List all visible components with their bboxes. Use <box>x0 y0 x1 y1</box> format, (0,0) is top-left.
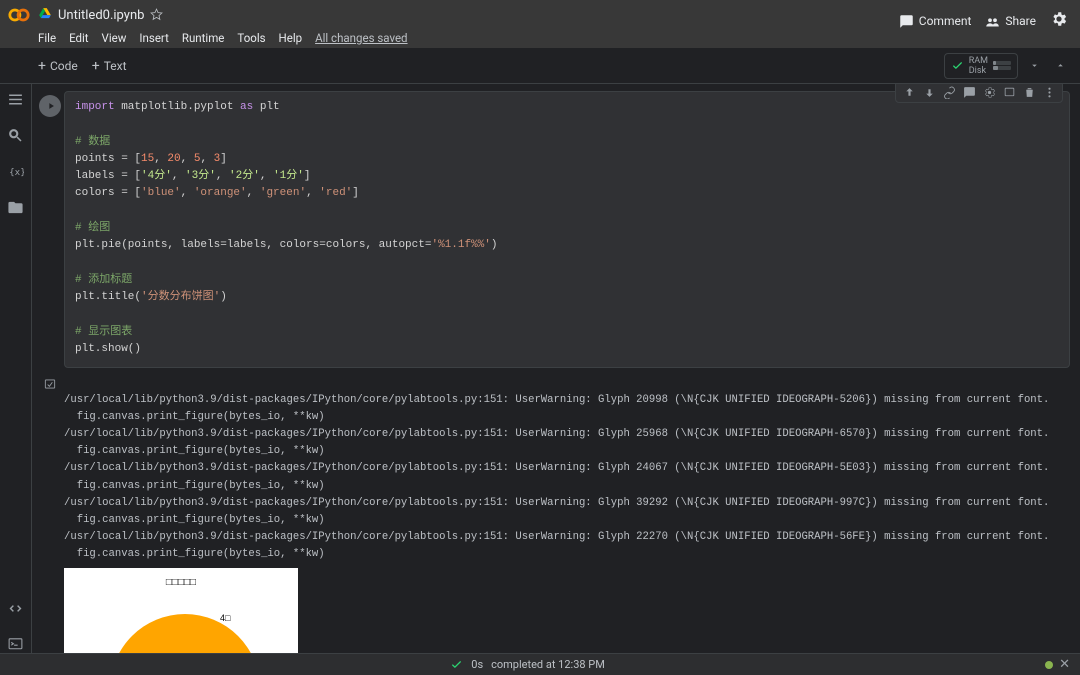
add-code-button[interactable]: +Code <box>38 59 78 73</box>
share-label: Share <box>1005 14 1036 28</box>
add-text-button[interactable]: +Text <box>92 59 127 73</box>
disk-label: Disk <box>969 66 988 76</box>
cell-output: /usr/local/lib/python3.9/dist-packages/I… <box>64 374 1070 653</box>
code-cell[interactable]: import matplotlib.pyplot as plt # 数据 poi… <box>64 91 1070 368</box>
drive-icon <box>38 6 52 25</box>
status-bar: 0s completed at 12:38 PM ✕ <box>0 653 1080 675</box>
colab-logo-icon[interactable] <box>8 4 30 26</box>
share-button[interactable]: Share <box>985 14 1036 29</box>
menu-view[interactable]: View <box>102 31 127 45</box>
code-editor[interactable]: import matplotlib.pyplot as plt # 数据 poi… <box>65 92 1069 367</box>
warning-line: /usr/local/lib/python3.9/dist-packages/I… <box>64 497 1049 509</box>
menu-bar: File Edit View Insert Runtime Tools Help… <box>8 26 408 45</box>
status-check-icon <box>450 658 463 671</box>
warning-line: fig.canvas.print_figure(bytes_io, **kw) <box>64 480 325 492</box>
warning-line: fig.canvas.print_figure(bytes_io, **kw) <box>64 548 325 560</box>
left-rail: {x} <box>0 84 32 653</box>
warning-line: fig.canvas.print_figure(bytes_io, **kw) <box>64 411 325 423</box>
slice-label-4: 4□ <box>220 610 230 627</box>
settings-icon[interactable] <box>1050 10 1068 32</box>
menu-insert[interactable]: Insert <box>139 31 168 45</box>
kernel-status-dot <box>1045 661 1053 669</box>
toolbar: +Code +Text RAM Disk <box>0 48 1080 84</box>
search-icon[interactable] <box>7 126 25 144</box>
terminal-icon[interactable] <box>7 635 25 653</box>
toc-icon[interactable] <box>7 90 25 108</box>
star-icon[interactable] <box>150 6 163 25</box>
menu-tools[interactable]: Tools <box>237 31 265 45</box>
code-snippets-icon[interactable] <box>7 599 25 617</box>
resource-indicator[interactable]: RAM Disk <box>944 53 1018 79</box>
warning-line: fig.canvas.print_figure(bytes_io, **kw) <box>64 514 325 526</box>
warning-line: /usr/local/lib/python3.9/dist-packages/I… <box>64 428 1049 440</box>
exec-time: 0s <box>471 658 483 671</box>
ram-label: RAM <box>969 56 988 66</box>
comment-button[interactable]: Comment <box>899 14 972 29</box>
warning-line: /usr/local/lib/python3.9/dist-packages/I… <box>64 462 1049 474</box>
cell-comment-icon[interactable] <box>960 84 978 101</box>
close-status-icon[interactable]: ✕ <box>1059 657 1070 672</box>
completed-at: completed at 12:38 PM <box>491 658 605 671</box>
move-down-icon[interactable] <box>920 84 938 101</box>
notebook-main: import matplotlib.pyplot as plt # 数据 poi… <box>32 84 1080 653</box>
run-cell-button[interactable] <box>39 95 61 117</box>
session-dropdown[interactable] <box>1024 56 1044 76</box>
collapse-header-button[interactable] <box>1050 56 1070 76</box>
output-toggle-icon[interactable] <box>43 376 57 653</box>
link-icon[interactable] <box>940 84 958 101</box>
more-icon[interactable] <box>1040 84 1058 101</box>
chart-title: □□□□□ <box>64 574 298 591</box>
move-up-icon[interactable] <box>900 84 918 101</box>
variables-icon[interactable]: {x} <box>7 162 25 180</box>
cell-settings-icon[interactable] <box>980 84 998 101</box>
menu-edit[interactable]: Edit <box>69 31 88 45</box>
pie-graphic <box>110 614 260 653</box>
ram-bar <box>993 61 1011 65</box>
mirror-icon[interactable] <box>1000 84 1018 101</box>
warning-line: /usr/local/lib/python3.9/dist-packages/I… <box>64 531 1049 543</box>
warning-line: fig.canvas.print_figure(bytes_io, **kw) <box>64 445 325 457</box>
svg-text:{x}: {x} <box>9 167 24 178</box>
comment-label: Comment <box>919 14 972 28</box>
warning-line: /usr/local/lib/python3.9/dist-packages/I… <box>64 394 1049 406</box>
disk-bar <box>993 66 1011 70</box>
menu-runtime[interactable]: Runtime <box>182 31 225 45</box>
delete-cell-icon[interactable] <box>1020 84 1038 101</box>
files-icon[interactable] <box>7 198 25 216</box>
save-status[interactable]: All changes saved <box>315 31 407 45</box>
menu-help[interactable]: Help <box>279 31 303 45</box>
pie-chart: □□□□□ 4□ 3□ 2□ 1□ 34.9% 46.5% 11.6% 7.0% <box>64 568 298 653</box>
notebook-title[interactable]: Untitled0.ipynb <box>58 8 144 23</box>
cell-toolbar <box>895 84 1063 103</box>
title-bar: Untitled0.ipynb File Edit View Insert Ru… <box>0 0 1080 48</box>
menu-file[interactable]: File <box>38 31 56 45</box>
